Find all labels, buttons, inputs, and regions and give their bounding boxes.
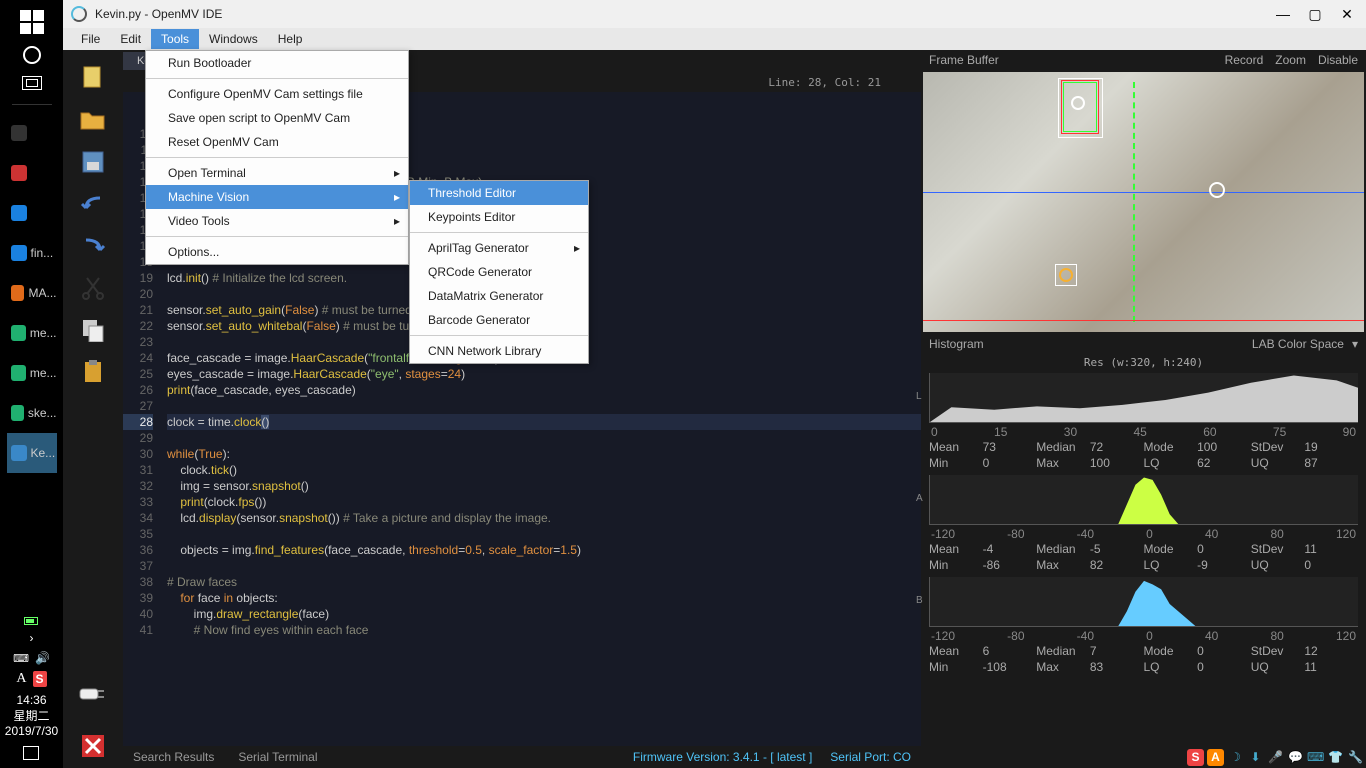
start-button[interactable] [20, 10, 44, 34]
ime-a-icon[interactable]: A [16, 671, 26, 687]
tools-menu-item[interactable]: Reset OpenMV Cam [146, 130, 408, 154]
left-toolbar [63, 50, 123, 768]
volume-icon[interactable]: 🔊 [35, 651, 50, 665]
tools-menu-item[interactable]: Run Bootloader [146, 51, 408, 75]
tools-menu-item[interactable]: Open Terminal [146, 161, 408, 185]
firmware-version: Firmware Version: 3.4.1 - [ latest ] [633, 750, 812, 764]
expand-icon[interactable]: › [29, 631, 33, 645]
histogram-A: A-120-80-4004080120Mean-4Median-5Mode0St… [921, 473, 1366, 575]
tools-menu-item[interactable]: Options... [146, 240, 408, 264]
serial-terminal-tab[interactable]: Serial Terminal [238, 750, 317, 764]
mv-menu-item[interactable]: Threshold Editor [410, 181, 588, 205]
menu-help[interactable]: Help [268, 29, 313, 49]
system-tray: S A ☽ ⬇ 🎤 💬 ⌨ 👕 🔧 [1187, 749, 1364, 766]
menubar: FileEditToolsWindowsHelp [63, 28, 1366, 50]
clock[interactable]: 14:36 星期二 2019/7/30 [5, 693, 58, 740]
tools-menu-item[interactable]: Video Tools [146, 209, 408, 233]
tools-menu-item[interactable]: Configure OpenMV Cam settings file [146, 82, 408, 106]
app-logo-icon [71, 6, 87, 22]
frame-buffer-preview[interactable] [923, 72, 1364, 332]
tray-icon[interactable]: 💬 [1287, 749, 1304, 766]
taskview-icon[interactable] [22, 76, 42, 90]
paste-icon[interactable] [77, 358, 109, 386]
cortana-icon[interactable] [23, 46, 41, 64]
taskbar-app[interactable]: fin... [7, 233, 57, 273]
menu-file[interactable]: File [71, 29, 110, 49]
close-button[interactable]: ✕ [1340, 7, 1354, 21]
maximize-button[interactable]: ▢ [1308, 7, 1322, 21]
windows-taskbar: fin...MA...me...me...ske...Ke... › ⌨🔊 AS… [0, 0, 63, 768]
clock-time: 14:36 [5, 693, 58, 709]
clock-day: 星期二 [5, 709, 58, 725]
taskbar-app[interactable]: Ke... [7, 433, 57, 473]
tray-icon[interactable]: 🎤 [1267, 749, 1284, 766]
tools-menu-item[interactable]: Save open script to OpenMV Cam [146, 106, 408, 130]
window-title: Kevin.py - OpenMV IDE [95, 7, 1268, 21]
save-icon[interactable] [77, 148, 109, 176]
search-results-tab[interactable]: Search Results [133, 750, 214, 764]
battery-icon[interactable] [24, 617, 38, 625]
new-file-icon[interactable] [77, 64, 109, 92]
serial-port: Serial Port: CO [830, 750, 911, 764]
copy-icon[interactable] [77, 316, 109, 344]
tray-icon[interactable]: ☽ [1227, 749, 1244, 766]
mv-menu-item[interactable]: QRCode Generator [410, 260, 588, 284]
redo-icon[interactable] [77, 232, 109, 260]
menu-tools[interactable]: Tools [151, 29, 199, 49]
frame-buffer-label: Frame Buffer [929, 53, 999, 67]
taskbar-app[interactable]: me... [7, 353, 57, 393]
tray-icon[interactable]: ⌨ [1307, 749, 1324, 766]
tray-icon[interactable]: 👕 [1327, 749, 1344, 766]
color-space-select[interactable]: LAB Color Space [1252, 337, 1344, 351]
tools-menu-item[interactable]: Machine Vision [146, 185, 408, 209]
connect-icon[interactable] [77, 680, 109, 708]
record-button[interactable]: Record [1225, 53, 1264, 67]
tools-menu: Run Bootloader Configure OpenMV Cam setti… [145, 50, 409, 265]
open-folder-icon[interactable] [77, 106, 109, 134]
status-bar: Search Results Serial Terminal Firmware … [123, 746, 921, 768]
tray-icon[interactable]: ⬇ [1247, 749, 1264, 766]
histogram-label: Histogram [929, 337, 984, 351]
mv-menu-item[interactable]: DataMatrix Generator [410, 284, 588, 308]
taskbar-app[interactable]: MA... [7, 273, 57, 313]
histogram-B: B-120-80-4004080120Mean6Median7Mode0StDe… [921, 575, 1366, 677]
titlebar: Kevin.py - OpenMV IDE — ▢ ✕ [63, 0, 1366, 28]
dropdown-icon[interactable]: ▾ [1352, 337, 1358, 351]
menu-windows[interactable]: Windows [199, 29, 268, 49]
ime-s-icon[interactable]: S [33, 671, 47, 687]
taskbar-app[interactable]: me... [7, 313, 57, 353]
disconnect-icon[interactable] [77, 732, 109, 760]
histogram-resolution: Res (w:320, h:240) [921, 354, 1366, 371]
minimize-button[interactable]: — [1276, 7, 1290, 21]
histogram-L: L0153045607590Mean73Median72Mode100StDev… [921, 371, 1366, 473]
action-center-icon[interactable] [23, 746, 39, 760]
tray-icon[interactable]: S [1187, 749, 1204, 766]
zoom-button[interactable]: Zoom [1275, 53, 1306, 67]
taskbar-app[interactable]: ske... [7, 393, 57, 433]
taskbar-app[interactable] [7, 113, 57, 153]
undo-icon[interactable] [77, 190, 109, 218]
taskbar-app[interactable] [7, 153, 57, 193]
keyboard-icon[interactable]: ⌨ [13, 652, 29, 665]
tray-icon[interactable]: 🔧 [1347, 749, 1364, 766]
right-panel: Frame Buffer Record Zoom Disable Histogr… [921, 50, 1366, 768]
mv-menu-item[interactable]: Keypoints Editor [410, 205, 588, 229]
mv-menu-item[interactable]: Barcode Generator [410, 308, 588, 332]
menu-edit[interactable]: Edit [110, 29, 151, 49]
machine-vision-submenu: Threshold EditorKeypoints Editor AprilTag… [409, 180, 589, 364]
tray-icon[interactable]: A [1207, 749, 1224, 766]
clock-date: 2019/7/30 [5, 724, 58, 740]
cut-icon[interactable] [77, 274, 109, 302]
taskbar-app[interactable] [7, 193, 57, 233]
mv-menu-item[interactable]: CNN Network Library [410, 339, 588, 363]
disable-button[interactable]: Disable [1318, 53, 1358, 67]
mv-menu-item[interactable]: AprilTag Generator [410, 236, 588, 260]
